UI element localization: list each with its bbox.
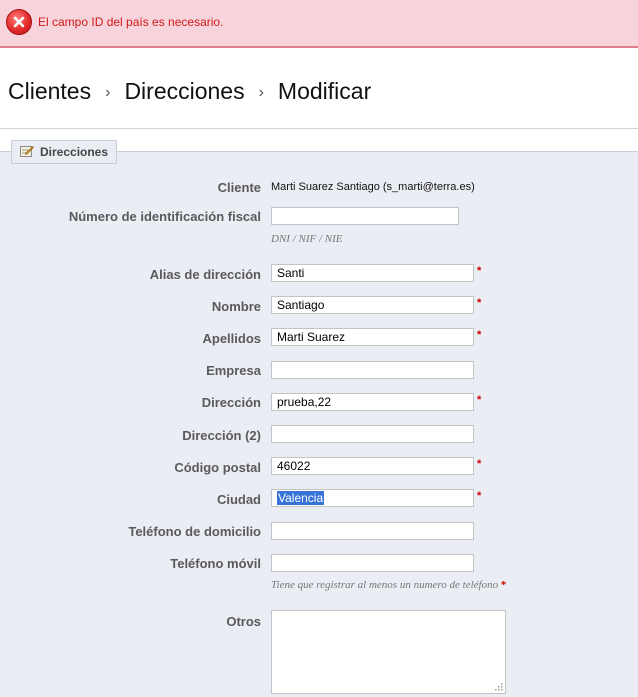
telefono-domicilio-input[interactable] (271, 522, 474, 540)
apellidos-label: Apellidos (202, 331, 261, 346)
nif-hint: DNI / NIF / NIE (271, 233, 343, 245)
nif-input[interactable] (271, 207, 459, 225)
apellidos-required-marker: * (477, 329, 482, 341)
nombre-label: Nombre (211, 299, 261, 314)
ciudad-selected-text: Valencia (277, 491, 325, 505)
telefono-domicilio-label: Teléfono de domicilio (128, 524, 261, 539)
page-header: Clientes › Direcciones › Modificar (0, 48, 638, 129)
breadcrumb-item-modificar: Modificar (277, 78, 372, 104)
otros-textarea[interactable] (271, 610, 506, 694)
ciudad-label: Ciudad (216, 492, 261, 507)
codigo-postal-label: Código postal (174, 460, 261, 475)
telefono-movil-input[interactable] (271, 554, 474, 572)
apellidos-input[interactable]: Marti Suarez (271, 328, 474, 346)
direccion2-input[interactable] (271, 425, 474, 443)
panel-header: Direcciones (11, 140, 118, 164)
error-x-icon (6, 9, 32, 35)
direccion-required-marker: * (477, 394, 482, 406)
telefono-hint-text: Tiene que registrar al menos un numero d… (271, 579, 499, 591)
ciudad-input[interactable]: Valencia (271, 489, 474, 507)
breadcrumb: Clientes › Direcciones › Modificar (8, 78, 371, 105)
nombre-input[interactable]: Santiago (271, 296, 474, 314)
chevron-right-icon: › (258, 83, 264, 101)
telefono-movil-label: Teléfono móvil (170, 556, 261, 571)
error-banner: El campo ID del país es necesario. (0, 0, 638, 48)
direccion-input[interactable]: prueba,22 (271, 393, 474, 411)
alias-input[interactable]: Santi (271, 264, 474, 282)
alias-label: Alias de dirección (149, 267, 261, 282)
direccion-label: Dirección (201, 395, 261, 410)
telefono-hint: Tiene que registrar al menos un numero d… (271, 579, 506, 591)
codigo-postal-input[interactable]: 46022 (271, 457, 474, 475)
error-message: El campo ID del país es necesario. (38, 15, 224, 29)
nif-label: Número de identificación fiscal (68, 209, 261, 224)
alias-required-marker: * (477, 265, 482, 277)
cliente-label: Cliente (217, 180, 261, 195)
otros-label: Otros (226, 614, 261, 629)
codigo-postal-required-marker: * (477, 458, 482, 470)
telefono-hint-required-marker: * (500, 579, 507, 591)
resize-grip-icon[interactable] (493, 681, 503, 691)
cliente-value: Marti Suarez Santiago (s_marti@terra.es) (271, 181, 475, 193)
edit-icon (20, 146, 34, 157)
panel-title: Direcciones (40, 145, 109, 159)
chevron-right-icon: › (105, 83, 111, 101)
nombre-required-marker: * (477, 297, 482, 309)
breadcrumb-item-direcciones[interactable]: Direcciones (124, 78, 244, 105)
breadcrumb-item-clientes[interactable]: Clientes (8, 78, 91, 105)
ciudad-required-marker: * (477, 490, 482, 502)
empresa-input[interactable] (271, 361, 474, 379)
direccion2-label: Dirección (2) (182, 428, 261, 443)
empresa-label: Empresa (206, 363, 261, 378)
